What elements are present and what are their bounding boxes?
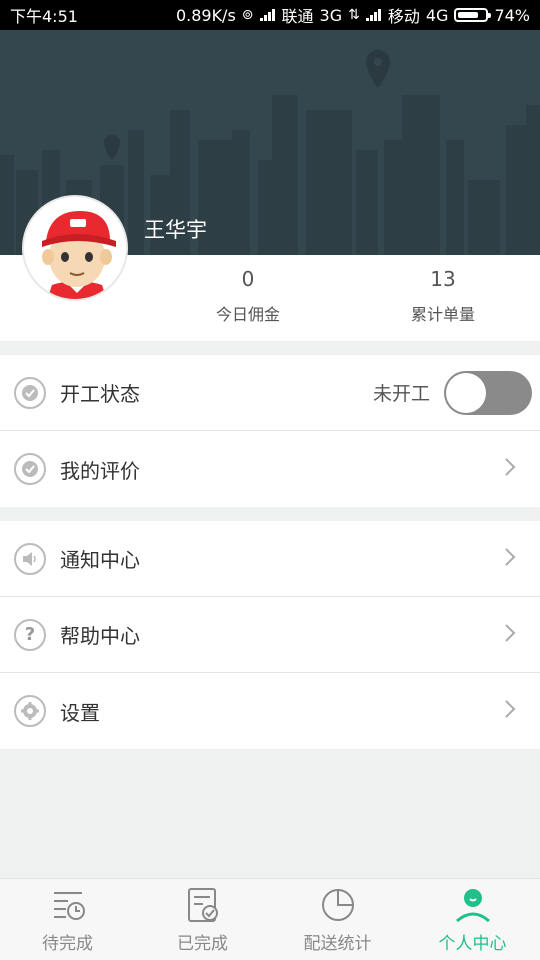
stat-value: 0: [241, 267, 255, 291]
pie-chart-icon: [321, 889, 354, 921]
signal-icon: [365, 9, 382, 21]
stat-label: 累计单量: [410, 305, 475, 324]
stat-value: 13: [430, 267, 456, 291]
chevron-right-icon: [504, 457, 516, 481]
status-bar: 下午4:51 0.89K/s ⊚ 联通 3G ⇅ 移动 4G 74%: [0, 0, 540, 30]
chevron-right-icon: [504, 699, 516, 723]
carrier-1: 联通: [281, 7, 314, 26]
question-mark-icon: ?: [14, 618, 46, 651]
data-transfer-icon: ⇅: [348, 7, 360, 23]
chevron-right-icon: [504, 547, 516, 571]
tab-pending[interactable]: 待完成: [0, 879, 135, 960]
signal-icon: [259, 9, 276, 21]
speaker-icon: [14, 542, 46, 575]
row-label: 我的评价: [60, 458, 140, 483]
tab-label: 已完成: [177, 934, 228, 954]
status-time: 下午4:51: [10, 7, 78, 26]
row-notification-center[interactable]: 通知中心: [0, 521, 540, 597]
row-label: 通知中心: [60, 548, 140, 572]
work-status-text: 未开工: [372, 383, 430, 405]
row-work-status: 开工状态 未开工: [0, 355, 540, 431]
battery-percent: 74%: [494, 5, 530, 25]
hotspot-icon: ⊚: [241, 7, 254, 23]
check-badge-icon: [14, 376, 46, 409]
stat-today-commission[interactable]: 0 今日佣金: [168, 255, 328, 325]
row-label: 开工状态: [60, 382, 140, 406]
work-status-toggle[interactable]: [444, 370, 532, 415]
tab-label: 待完成: [42, 934, 93, 954]
bottom-tab-bar: 待完成 已完成 配送统计 个人中心: [0, 878, 540, 960]
chevron-right-icon: [504, 623, 516, 647]
person-icon: [455, 889, 490, 923]
stat-label: 今日佣金: [215, 305, 280, 324]
tab-completed[interactable]: 已完成: [135, 879, 270, 960]
tab-personal-center[interactable]: 个人中心: [405, 879, 540, 960]
network-speed: 0.89K/s: [175, 5, 236, 25]
toggle-knob: [446, 372, 486, 413]
gear-icon: [14, 695, 46, 727]
carrier-2: 移动: [387, 7, 420, 26]
tab-label: 配送统计: [303, 934, 372, 954]
check-badge-icon: [14, 453, 46, 485]
network-type-1: 3G: [319, 5, 343, 25]
row-label: 帮助中心: [60, 624, 140, 648]
pending-list-icon: [53, 892, 85, 920]
completed-check-icon: [187, 888, 218, 922]
menu-group-status: 开工状态 未开工 我的评价: [0, 355, 540, 507]
tab-label: 个人中心: [438, 934, 507, 954]
stat-total-orders[interactable]: 13 累计单量: [363, 255, 523, 325]
tab-delivery-stats[interactable]: 配送统计: [270, 879, 405, 960]
row-my-rating[interactable]: 我的评价: [0, 431, 540, 507]
row-settings[interactable]: 设置: [0, 673, 540, 749]
avatar[interactable]: [22, 195, 128, 301]
avatar-courier-icon: [24, 197, 126, 299]
user-name: 王华宇: [144, 218, 207, 242]
battery-icon: [454, 8, 492, 22]
network-type-2: 4G: [425, 5, 449, 25]
row-label: 设置: [60, 700, 100, 725]
row-help-center[interactable]: ? 帮助中心: [0, 597, 540, 673]
menu-group-other: 通知中心 ? 帮助中心 设置: [0, 521, 540, 749]
